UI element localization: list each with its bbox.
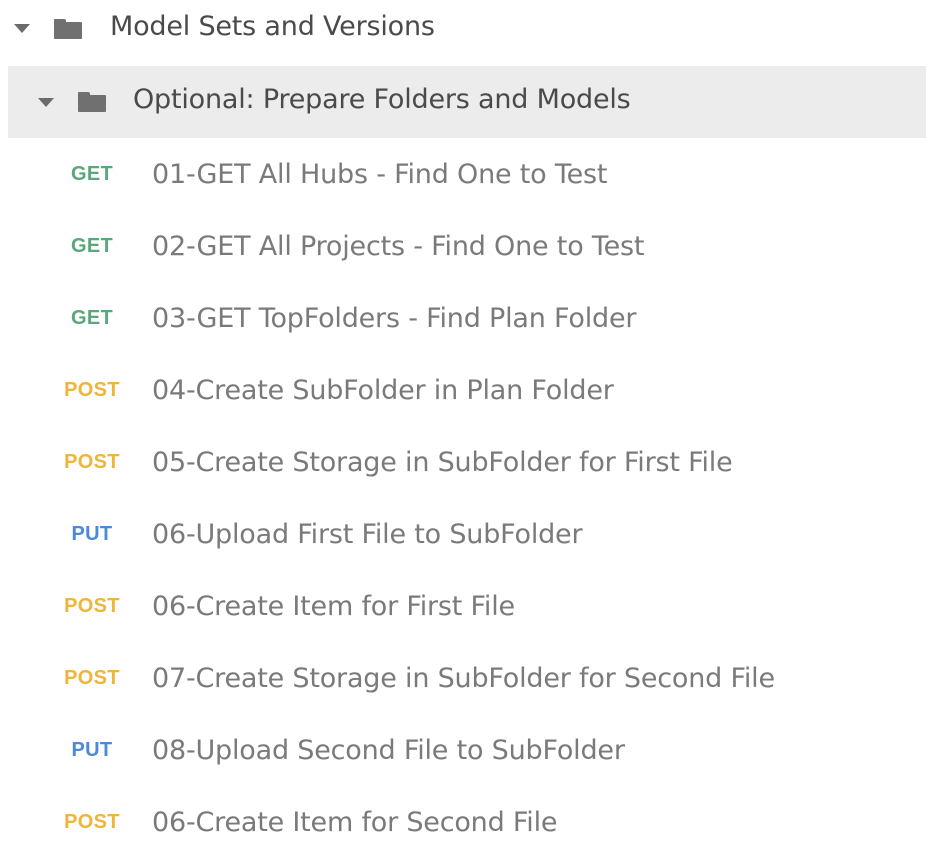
method-badge-get: GET — [70, 162, 113, 185]
method-badge-post: POST — [64, 810, 120, 833]
method-badge-get: GET — [70, 306, 113, 329]
request-label: 05-Create Storage in SubFolder for First… — [152, 446, 733, 478]
folder-label: Optional: Prepare Folders and Models — [133, 84, 631, 115]
request-row[interactable]: PUT 06-Upload First File to SubFolder — [0, 498, 926, 570]
method-badge-get: GET — [70, 234, 113, 257]
request-row[interactable]: PUT 08-Upload Second File to SubFolder — [0, 714, 926, 786]
request-row[interactable]: GET 01-GET All Hubs - Find One to Test — [0, 138, 926, 210]
collection-row-model-sets-and-versions[interactable]: Model Sets and Versions — [0, 0, 926, 65]
method-badge-post: POST — [64, 450, 120, 473]
request-label: 01-GET All Hubs - Find One to Test — [152, 158, 608, 190]
folder-icon — [78, 92, 106, 112]
request-label: 06-Upload First File to SubFolder — [152, 518, 583, 550]
request-row[interactable]: GET 02-GET All Projects - Find One to Tes… — [0, 210, 926, 282]
request-row[interactable]: GET 03-GET TopFolders - Find Plan Folder — [0, 282, 926, 354]
request-label: 02-GET All Projects - Find One to Test — [152, 230, 645, 262]
request-label: 07-Create Storage in SubFolder for Secon… — [152, 662, 775, 694]
request-label: 04-Create SubFolder in Plan Folder — [152, 374, 614, 406]
request-row[interactable]: POST 06-Create Item for First File — [0, 570, 926, 642]
request-label: 03-GET TopFolders - Find Plan Folder — [152, 302, 637, 334]
request-label: 06-Create Item for Second File — [152, 806, 558, 838]
caret-down-icon[interactable] — [14, 24, 30, 33]
collection-tree: Model Sets and Versions Optional: Prepar… — [0, 0, 926, 848]
request-row[interactable]: POST 05-Create Storage in SubFolder for F… — [0, 426, 926, 498]
method-badge-post: POST — [64, 594, 120, 617]
method-badge-post: POST — [64, 378, 120, 401]
method-badge-put: PUT — [71, 738, 113, 761]
folder-icon — [54, 19, 82, 39]
caret-down-icon[interactable] — [38, 98, 54, 107]
request-row[interactable]: POST 07-Create Storage in SubFolder for S… — [0, 642, 926, 714]
request-row[interactable]: POST 06-Create Item for Second File — [0, 786, 926, 848]
collection-label: Model Sets and Versions — [110, 11, 435, 42]
method-badge-put: PUT — [71, 522, 113, 545]
request-label: 06-Create Item for First File — [152, 590, 515, 622]
request-label: 08-Upload Second File to SubFolder — [152, 734, 625, 766]
request-row[interactable]: POST 04-Create SubFolder in Plan Folder — [0, 354, 926, 426]
method-badge-post: POST — [64, 666, 120, 689]
folder-row-optional-prepare[interactable]: Optional: Prepare Folders and Models — [8, 66, 926, 138]
